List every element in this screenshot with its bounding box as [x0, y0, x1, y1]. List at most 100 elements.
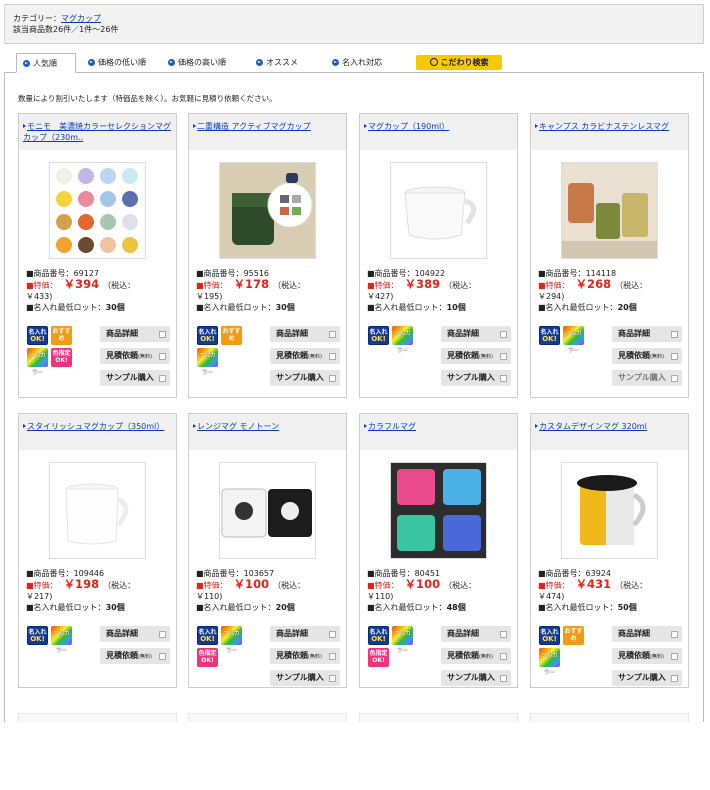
tab-price-low[interactable]: 価格の低い順	[88, 53, 146, 73]
detail-button[interactable]: 商品詳細	[612, 326, 682, 342]
product-card: マグカップ（190ml） ■商品番号：104922 ■特価： ￥389 （税込： ￥427…	[359, 113, 518, 398]
arrow-square-icon	[671, 331, 678, 338]
triangle-icon	[364, 124, 367, 128]
product-title-link[interactable]: スタイリッシュマグカップ（350ml）	[23, 422, 164, 431]
product-info: ■商品番号：95516 ■特価： ￥178 （税込： ￥195) ■名入れ最低ロット：30…	[196, 268, 344, 313]
product-image[interactable]	[49, 462, 146, 559]
product-card: レンジマグ モノトーン ■商品番号：103657 ■特価： ￥100 （税込： ￥110)…	[188, 413, 347, 688]
full-color-badge-icon: フルカラー	[197, 348, 218, 376]
sample-buy-button[interactable]: サンプル購入	[270, 370, 340, 386]
product-image[interactable]	[561, 462, 658, 559]
sample-buy-button[interactable]: サンプル購入	[100, 370, 170, 386]
arrow-circle-icon	[23, 60, 30, 67]
product-title-link[interactable]: モニモ 美濃焼カラーセレクションマグカップ（230m..	[23, 122, 171, 142]
arrow-square-icon	[159, 375, 166, 382]
product-image[interactable]	[390, 162, 487, 259]
item-number: ■商品番号：103657	[196, 569, 275, 578]
quote-button[interactable]: 見積依頼(無料)	[612, 648, 682, 664]
arrow-square-icon	[329, 353, 336, 360]
tab-recommended[interactable]: オススメ	[256, 53, 298, 73]
recommend-badge-icon: おすすめ	[563, 626, 584, 645]
category-link[interactable]: マグカップ	[61, 14, 101, 23]
product-image[interactable]	[49, 162, 146, 259]
special-price: ■特価： ￥198 （税込：	[26, 577, 136, 591]
arrow-square-icon	[671, 353, 678, 360]
product-image[interactable]	[390, 462, 487, 559]
product-title-link[interactable]: 二重構造 アクティブマグカップ	[193, 122, 311, 131]
arrow-square-icon	[329, 375, 336, 382]
detail-button[interactable]: 商品詳細	[441, 326, 511, 342]
arrow-square-icon	[671, 631, 678, 638]
full-color-badge-icon: フルカラー	[392, 326, 413, 354]
detail-button[interactable]: 商品詳細	[270, 326, 340, 342]
tab-name-printing[interactable]: 名入れ対応	[332, 53, 382, 73]
min-lot: ■名入れ最低ロット：48個	[367, 603, 466, 612]
special-price: ■特価： ￥268 （税込：	[538, 277, 648, 291]
sample-buy-button[interactable]: サンプル購入	[612, 370, 682, 386]
arrow-square-icon	[329, 675, 336, 682]
product-title-link[interactable]: カスタムデザインマグ 320ml	[535, 422, 647, 431]
product-info: ■商品番号：114118 ■特価： ￥268 （税込： ￥294) ■名入れ最低ロット：2…	[538, 268, 686, 313]
product-info: ■商品番号：103657 ■特価： ￥100 （税込： ￥110) ■名入れ最低ロット：2…	[196, 568, 344, 613]
color-ok-badge-icon: 色指定 OK!	[197, 648, 218, 667]
tax-included-price: ￥474)	[538, 592, 565, 601]
arrow-circle-icon	[168, 59, 175, 66]
arrow-square-icon	[500, 375, 507, 382]
sample-buy-button[interactable]: サンプル購入	[270, 670, 340, 686]
quote-button[interactable]: 見積依頼(無料)	[441, 648, 511, 664]
kodawari-search-button[interactable]: こだわり検索	[416, 55, 502, 70]
tab-popular[interactable]: 人気順	[16, 53, 76, 73]
item-number: ■商品番号：95516	[196, 269, 270, 278]
product-card: スタイリッシュマグカップ（350ml） ■商品番号：109446 ■特価： ￥198 （…	[18, 413, 177, 688]
tax-included-price: ￥433)	[26, 292, 53, 301]
name-ok-badge-icon: 名入れ OK!	[368, 326, 389, 345]
tab-price-high[interactable]: 価格の高い順	[168, 53, 226, 73]
detail-button[interactable]: 商品詳細	[612, 626, 682, 642]
name-ok-badge-icon: 名入れ OK!	[539, 326, 560, 345]
quote-button[interactable]: 見積依頼(無料)	[100, 348, 170, 364]
quote-button[interactable]: 見積依頼(無料)	[441, 348, 511, 364]
arrow-square-icon	[159, 631, 166, 638]
min-lot: ■名入れ最低ロット：30個	[196, 303, 295, 312]
triangle-icon	[23, 124, 26, 128]
product-title: マグカップ（190ml）	[360, 114, 517, 150]
sample-buy-button[interactable]: サンプル購入	[441, 370, 511, 386]
sample-buy-button[interactable]: サンプル購入	[612, 670, 682, 686]
special-price: ■特価： ￥431 （税込：	[538, 577, 648, 591]
quote-button[interactable]: 見積依頼(無料)	[270, 348, 340, 364]
product-title: レンジマグ モノトーン	[189, 414, 346, 450]
name-ok-badge-icon: 名入れ OK!	[27, 326, 48, 345]
item-number: ■商品番号：80451	[367, 569, 441, 578]
detail-button[interactable]: 商品詳細	[270, 626, 340, 642]
product-title: カラフルマグ	[360, 414, 517, 450]
detail-button[interactable]: 商品詳細	[441, 626, 511, 642]
sample-buy-button[interactable]: サンプル購入	[441, 670, 511, 686]
detail-button[interactable]: 商品詳細	[100, 326, 170, 342]
quote-button[interactable]: 見積依頼(無料)	[270, 648, 340, 664]
product-title-link[interactable]: レンジマグ モノトーン	[193, 422, 279, 431]
product-title: 二重構造 アクティブマグカップ	[189, 114, 346, 150]
tax-included-price: ￥427)	[367, 292, 394, 301]
special-price: ■特価： ￥100 （税込：	[196, 577, 306, 591]
detail-button[interactable]: 商品詳細	[100, 626, 170, 642]
arrow-square-icon	[329, 331, 336, 338]
arrow-square-icon	[159, 331, 166, 338]
product-image[interactable]	[219, 162, 316, 259]
product-title-link[interactable]: キャンプス カラビナステンレスマグ	[535, 122, 669, 131]
product-image[interactable]	[219, 462, 316, 559]
full-color-badge-icon: フルカラー	[539, 648, 560, 676]
product-image[interactable]	[561, 162, 658, 259]
product-title-link[interactable]: カラフルマグ	[364, 422, 416, 431]
item-number: ■商品番号：63924	[538, 569, 612, 578]
product-card: 二重構造 アクティブマグカップ ■商品番号：95516 ■特価： ￥178 （税込： ￥1…	[188, 113, 347, 398]
arrow-square-icon	[500, 331, 507, 338]
quote-button[interactable]: 見積依頼(無料)	[100, 648, 170, 664]
color-ok-badge-icon: 色指定 OK!	[51, 348, 72, 367]
product-title-link[interactable]: マグカップ（190ml）	[364, 122, 449, 131]
product-title: モニモ 美濃焼カラーセレクションマグカップ（230m..	[19, 114, 176, 150]
triangle-icon	[535, 424, 538, 428]
full-color-badge-icon: フルカラー	[51, 626, 72, 654]
arrow-square-icon	[500, 675, 507, 682]
quote-button[interactable]: 見積依頼(無料)	[612, 348, 682, 364]
min-lot: ■名入れ最低ロット：10個	[367, 303, 466, 312]
